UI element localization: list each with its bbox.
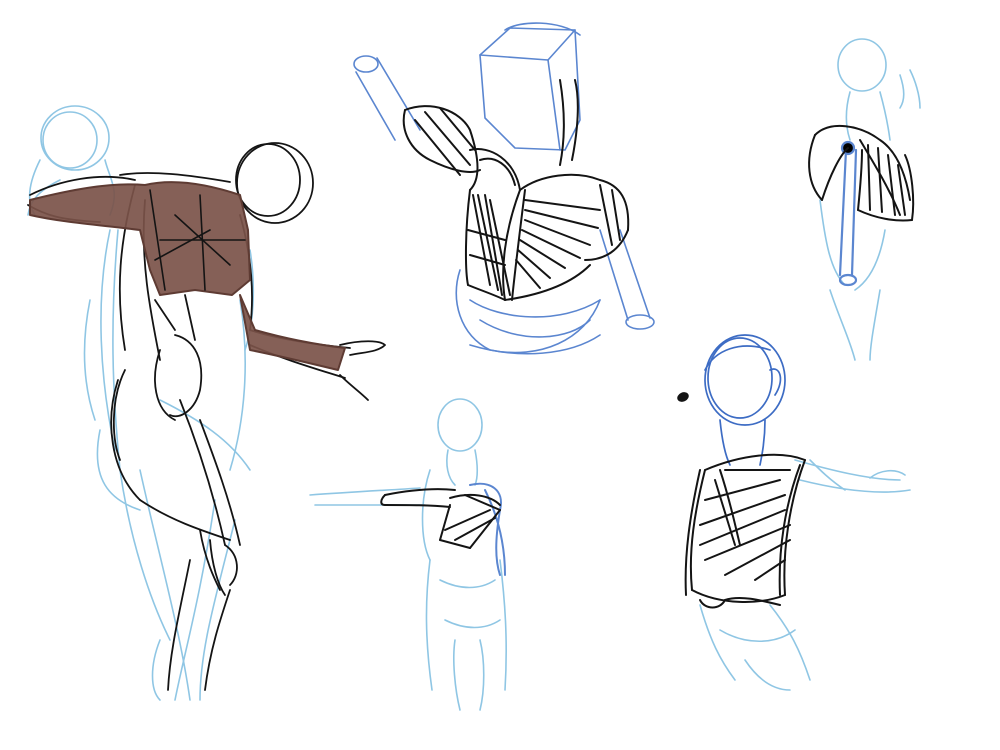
sketch-sheet [0,0,1000,750]
anatomy-drawing [0,0,1000,750]
paper-background [0,0,1000,750]
